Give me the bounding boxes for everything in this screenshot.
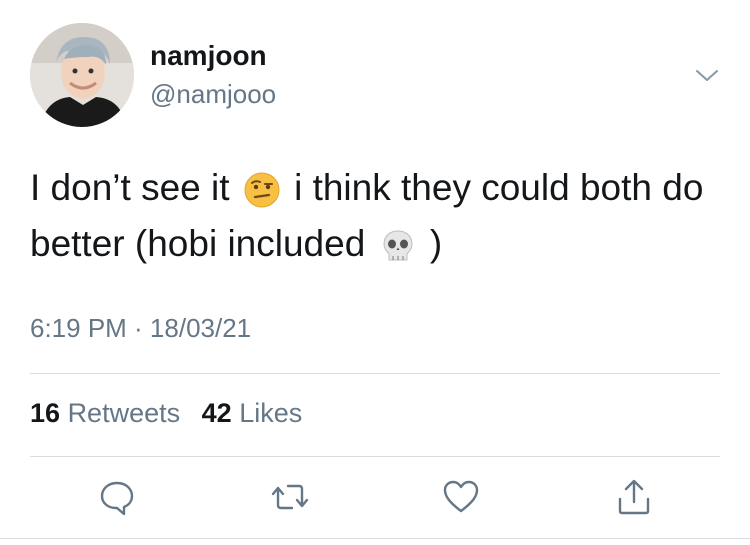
likes-count[interactable]: 42 <box>202 398 232 428</box>
engagement-stats: 16 Retweets 42 Likes <box>30 398 316 429</box>
tweet-text-part3: ) <box>429 223 443 264</box>
chevron-down-icon[interactable] <box>694 62 720 88</box>
display-name[interactable]: namjoon <box>150 40 267 72</box>
skull-emoji <box>380 224 416 261</box>
retweets-count[interactable]: 16 <box>30 398 60 428</box>
user-handle[interactable]: @namjooo <box>150 79 276 110</box>
retweets-label[interactable]: Retweets <box>68 398 181 428</box>
tweet-timestamp[interactable]: 6:19 PM · 18/03/21 <box>30 313 251 344</box>
divider <box>30 373 720 374</box>
tweet-text-part1: I don’t see it <box>30 167 230 208</box>
share-icon[interactable] <box>614 477 654 517</box>
likes-label[interactable]: Likes <box>239 398 302 428</box>
action-bar <box>0 477 750 521</box>
avatar[interactable] <box>30 23 134 127</box>
divider <box>30 456 720 457</box>
divider <box>0 538 750 539</box>
face-with-raised-eyebrow-emoji <box>244 168 280 208</box>
like-icon[interactable] <box>441 477 481 517</box>
tweet-text: I don’t see it i think they could both d… <box>30 160 730 272</box>
reply-icon[interactable] <box>97 477 137 517</box>
retweet-icon[interactable] <box>270 477 310 517</box>
